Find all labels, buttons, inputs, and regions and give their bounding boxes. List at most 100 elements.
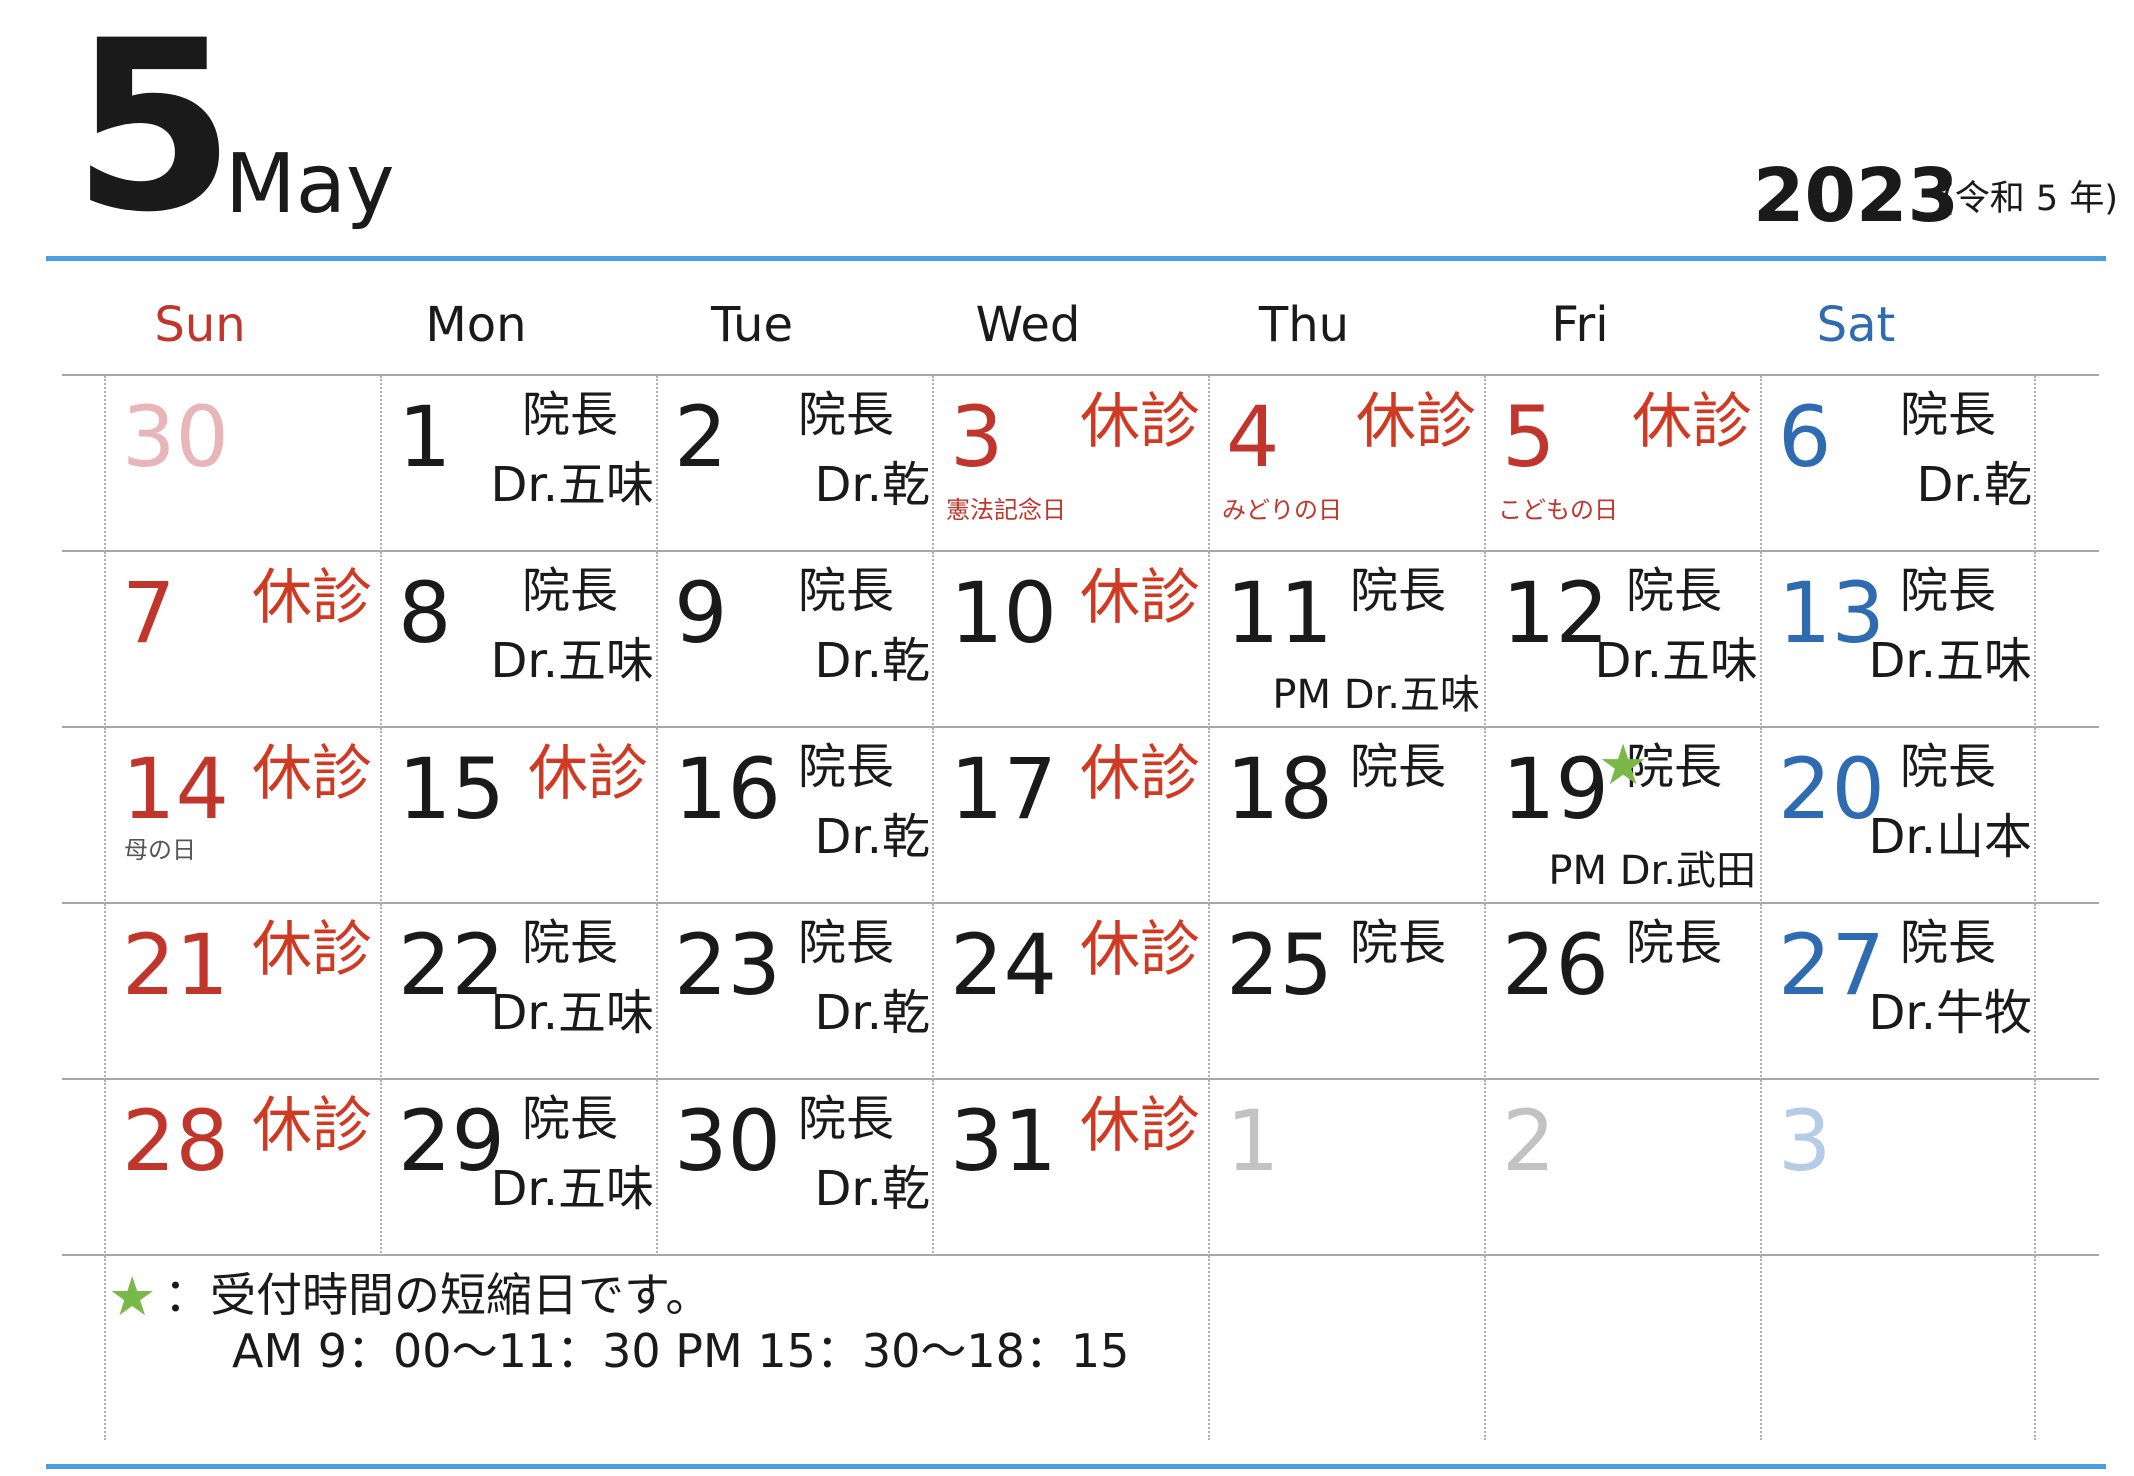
doctor-label: Dr.五味: [490, 985, 654, 1041]
day-cell[interactable]: 16 院長 Dr.乾: [656, 728, 932, 904]
day-cell[interactable]: 21 休診: [104, 904, 380, 1080]
grid-gutter-left: [62, 376, 104, 552]
day-cell[interactable]: 22 院長 Dr.五味: [380, 904, 656, 1080]
director-label: 院長: [1899, 739, 1996, 795]
doctor-label: Dr.五味: [1594, 633, 1758, 689]
doctor-label: Dr.乾: [814, 985, 930, 1041]
weekday-fri: Fri: [1551, 297, 1609, 353]
pm-doctor-label: PM Dr.武田: [1548, 848, 1756, 894]
calendar-grid: 30 1 院長 Dr.五味 2 院長 Dr.乾 3 休診 憲法記念日 4 休診 みどりの日 5 休診 こどもの…: [62, 374, 2099, 1440]
day-cell[interactable]: 26 院長: [1484, 904, 1760, 1080]
day-cell[interactable]: 31 休診: [932, 1080, 1208, 1256]
doctor-label: Dr.乾: [1916, 457, 2032, 513]
day-number: 5: [1502, 388, 1556, 486]
day-cell[interactable]: 14 休診 母の日: [104, 728, 380, 904]
day-number: 2: [674, 388, 728, 486]
day-number: 21: [122, 916, 229, 1014]
closed-label: 休診: [252, 739, 372, 809]
day-number: 30: [122, 388, 229, 486]
day-number: 12: [1502, 564, 1609, 662]
bottom-rule: [46, 1464, 2106, 1469]
day-cell[interactable]: 3: [1760, 1080, 2036, 1256]
director-label: 院長: [521, 387, 618, 443]
grid-gutter-right: [2036, 728, 2099, 904]
day-cell[interactable]: 29 院長 Dr.五味: [380, 1080, 656, 1256]
day-number: 22: [398, 916, 505, 1014]
day-cell[interactable]: 24 休診: [932, 904, 1208, 1080]
day-number: 3: [1778, 1092, 1832, 1190]
month-number: 5: [72, 0, 236, 264]
day-cell[interactable]: 13 院長 Dr.五味: [1760, 552, 2036, 728]
day-number: 10: [950, 564, 1057, 662]
pm-doctor-label: PM Dr.五味: [1272, 672, 1480, 718]
doctor-label: Dr.五味: [490, 633, 654, 689]
doctor-label: Dr.乾: [814, 1161, 930, 1217]
closed-label: 休診: [252, 1091, 372, 1161]
doctor-label: Dr.山本: [1868, 809, 2032, 865]
era-label: (令和 5 年): [1941, 179, 2118, 219]
day-cell[interactable]: 6 院長 Dr.乾: [1760, 376, 2036, 552]
day-number: 15: [398, 740, 505, 838]
doctor-label: Dr.乾: [814, 809, 930, 865]
weekday-sun: Sun: [154, 297, 246, 353]
day-cell[interactable]: 7 休診: [104, 552, 380, 728]
day-cell[interactable]: 11 院長 PM Dr.五味: [1208, 552, 1484, 728]
day-cell[interactable]: 18 院長: [1208, 728, 1484, 904]
doctor-label: Dr.乾: [814, 633, 930, 689]
day-cell[interactable]: 8 院長 Dr.五味: [380, 552, 656, 728]
day-cell[interactable]: 1: [1208, 1080, 1484, 1256]
director-label: 院長: [521, 563, 618, 619]
director-label: 院長: [1899, 563, 1996, 619]
legend-note: ★ ：受付時間の短縮日です。 AM 9：00〜11：30 PM 15：30〜18：1…: [104, 1256, 1208, 1440]
closed-label: 休診: [1356, 387, 1476, 457]
day-cell[interactable]: 28 休診: [104, 1080, 380, 1256]
empty-note-cell: [1760, 1256, 2036, 1440]
closed-label: 休診: [1080, 915, 1200, 985]
day-number: 3: [950, 388, 1004, 486]
grid-gutter-right: [2036, 1080, 2099, 1256]
director-label: 院長: [1349, 915, 1446, 971]
day-cell[interactable]: 12 院長 Dr.五味: [1484, 552, 1760, 728]
day-cell[interactable]: 1 院長 Dr.五味: [380, 376, 656, 552]
day-cell[interactable]: 19 院長 PM Dr.武田 ★: [1484, 728, 1760, 904]
day-cell[interactable]: 17 休診: [932, 728, 1208, 904]
director-label: 院長: [1899, 387, 1996, 443]
weekday-wed: Wed: [975, 297, 1081, 353]
day-cell[interactable]: 4 休診 みどりの日: [1208, 376, 1484, 552]
doctor-label: Dr.乾: [814, 457, 930, 513]
grid-gutter-right: [2036, 904, 2099, 1080]
day-cell[interactable]: 25 院長: [1208, 904, 1484, 1080]
day-number: 7: [122, 564, 176, 662]
weekday-header: Sun Mon Tue Wed Thu Fri Sat: [62, 280, 2062, 370]
day-number: 29: [398, 1092, 505, 1190]
holiday-name: 憲法記念日: [946, 496, 1066, 524]
day-cell[interactable]: 10 休診: [932, 552, 1208, 728]
director-label: 院長: [797, 739, 894, 795]
day-cell[interactable]: 3 休診 憲法記念日: [932, 376, 1208, 552]
day-cell[interactable]: 2: [1484, 1080, 1760, 1256]
empty-note-cell: [1208, 1256, 1484, 1440]
day-number: 26: [1502, 916, 1609, 1014]
star-icon: ★: [1598, 733, 1649, 798]
closed-label: 休診: [1632, 387, 1752, 457]
day-cell[interactable]: 30: [104, 376, 380, 552]
holiday-name: みどりの日: [1222, 496, 1342, 524]
day-cell[interactable]: 9 院長 Dr.乾: [656, 552, 932, 728]
closed-label: 休診: [252, 563, 372, 633]
day-cell[interactable]: 27 院長 Dr.牛牧: [1760, 904, 2036, 1080]
day-number: 9: [674, 564, 728, 662]
day-cell[interactable]: 23 院長 Dr.乾: [656, 904, 932, 1080]
day-cell[interactable]: 20 院長 Dr.山本: [1760, 728, 2036, 904]
day-cell[interactable]: 5 休診 こどもの日: [1484, 376, 1760, 552]
day-number: 16: [674, 740, 781, 838]
director-label: 院長: [1349, 739, 1446, 795]
day-cell[interactable]: 15 休診: [380, 728, 656, 904]
doctor-label: Dr.五味: [490, 1161, 654, 1217]
holiday-name: 母の日: [124, 836, 196, 864]
grid-gutter-left: [62, 1256, 104, 1440]
grid-gutter-left: [62, 1080, 104, 1256]
grid-gutter-right: [2036, 552, 2099, 728]
day-cell[interactable]: 30 院長 Dr.乾: [656, 1080, 932, 1256]
day-cell[interactable]: 2 院長 Dr.乾: [656, 376, 932, 552]
doctor-label: Dr.五味: [490, 457, 654, 513]
